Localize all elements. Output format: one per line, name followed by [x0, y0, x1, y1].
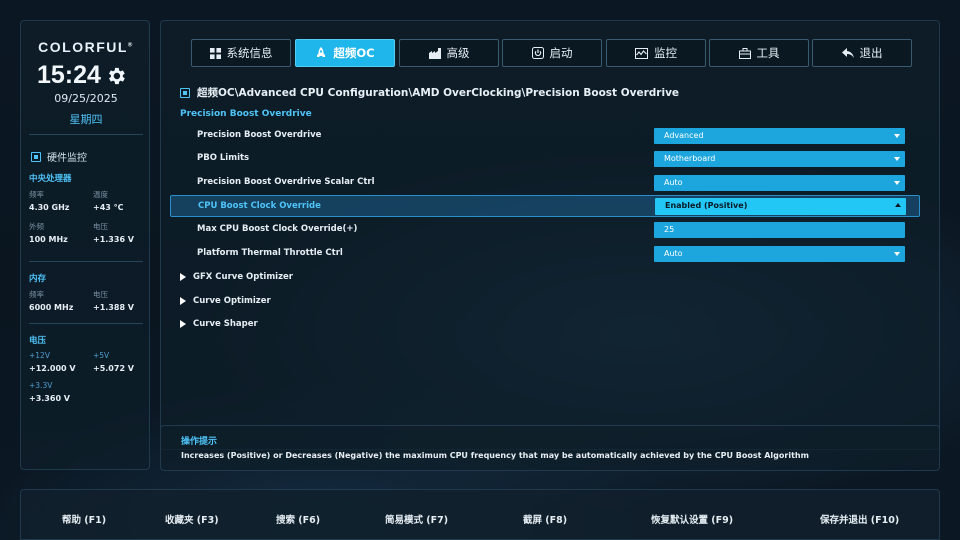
cpu-group-title: 中央处理器: [29, 174, 72, 184]
setting-label: Precision Boost Overdrive: [197, 130, 322, 140]
tab-overclock[interactable]: 超频OC: [295, 39, 395, 67]
setting-row-pbo[interactable]: Precision Boost Overdrive Advanced: [170, 125, 920, 147]
date: 09/25/2025: [54, 92, 118, 105]
tab-exit[interactable]: 退出: [812, 39, 912, 67]
v12-label: +12V: [29, 351, 50, 360]
screenshot-key[interactable]: 截屏 (F8): [523, 512, 567, 526]
setting-row-scalar-ctrl[interactable]: Precision Boost Overdrive Scalar Ctrl Au…: [170, 172, 920, 194]
chevron-right-icon: [180, 297, 186, 305]
memory-group-title: 内存: [29, 274, 47, 284]
submenu-curve-optimizer[interactable]: Curve Optimizer: [180, 296, 271, 306]
power-icon: [531, 47, 544, 59]
hardware-monitor-title: 硬件监控: [31, 149, 87, 164]
breadcrumb: 超频OC\Advanced CPU Configuration\AMD Over…: [180, 85, 679, 100]
scalar-ctrl-select[interactable]: Auto: [654, 175, 905, 191]
load-defaults-key[interactable]: 恢复默认设置 (F9): [651, 512, 733, 526]
monitor-box-icon: [31, 151, 41, 162]
cpu-bclk-value: 100 MHz: [29, 235, 68, 244]
tab-boot[interactable]: 启动: [502, 39, 602, 67]
cpu-volt-value: +1.336 V: [93, 235, 134, 244]
v33-value: +3.360 V: [29, 394, 70, 403]
breadcrumb-icon: [180, 87, 190, 98]
voltage-group-title: 电压: [29, 336, 47, 346]
v5-label: +5V: [93, 351, 110, 360]
divider: [29, 323, 143, 324]
divider: [29, 134, 143, 135]
help-title: 操作提示: [181, 437, 218, 447]
help-text: Increases (Positive) or Decreases (Negat…: [181, 451, 809, 460]
pbo-select[interactable]: Advanced: [654, 128, 905, 144]
cpu-volt-label: 电压: [93, 222, 108, 231]
cpu-temp-value: +43 °C: [93, 203, 124, 212]
mem-volt-value: +1.388 V: [93, 303, 134, 312]
clock: 15:24: [37, 61, 127, 90]
divider: [29, 261, 143, 262]
grid-icon: [209, 47, 221, 59]
max-boost-override-input[interactable]: 25: [654, 222, 905, 238]
setting-label: Platform Thermal Throttle Ctrl: [197, 248, 343, 258]
v33-label: +3.3V: [29, 381, 53, 390]
help-box: 操作提示 Increases (Positive) or Decreases (…: [160, 425, 940, 471]
toolbox-icon: [738, 47, 751, 59]
chevron-right-icon: [180, 273, 186, 281]
submenu-gfx-curve-optimizer[interactable]: GFX Curve Optimizer: [180, 272, 293, 282]
cpu-freq-value: 4.30 GHz: [29, 203, 70, 212]
v5-value: +5.072 V: [93, 364, 134, 373]
mem-freq-value: 6000 MHz: [29, 303, 74, 312]
help-key[interactable]: 帮助 (F1): [62, 512, 106, 526]
pbo-limits-select[interactable]: Motherboard: [654, 151, 905, 167]
setting-row-pbo-limits[interactable]: PBO Limits Motherboard: [170, 148, 920, 170]
search-key[interactable]: 搜索 (F6): [276, 512, 320, 526]
section-title: Precision Boost Overdrive: [180, 109, 312, 119]
chevron-down-icon: [894, 134, 900, 138]
tab-tools[interactable]: 工具: [709, 39, 809, 67]
rocket-icon: [317, 47, 326, 57]
chevron-right-icon: [180, 320, 186, 328]
tab-system-info[interactable]: 系统信息: [191, 39, 291, 67]
cpu-freq-label: 频率: [29, 190, 44, 199]
clock-time: 15:24: [37, 61, 101, 89]
tab-advanced[interactable]: 高级: [399, 39, 499, 67]
v12-value: +12.000 V: [29, 364, 76, 373]
submenu-curve-shaper[interactable]: Curve Shaper: [180, 319, 258, 329]
chevron-down-icon: [894, 181, 900, 185]
setting-label: PBO Limits: [197, 153, 250, 163]
boost-clock-override-select[interactable]: Enabled (Positive): [655, 198, 906, 215]
mem-volt-label: 电压: [93, 290, 108, 299]
easy-mode-key[interactable]: 简易模式 (F7): [385, 512, 448, 526]
setting-label: Max CPU Boost Clock Override(+): [197, 224, 358, 234]
setting-label: CPU Boost Clock Override: [198, 201, 321, 211]
cpu-bclk-label: 外频: [29, 222, 44, 231]
cpu-temp-label: 温度: [93, 190, 108, 199]
chevron-down-icon: [894, 157, 900, 161]
setting-row-max-boost-override[interactable]: Max CPU Boost Clock Override(+) 25: [170, 219, 920, 241]
setting-label: Precision Boost Overdrive Scalar Ctrl: [197, 177, 375, 187]
chevron-up-icon: [895, 203, 901, 207]
favorites-key[interactable]: 收藏夹 (F3): [165, 512, 219, 526]
gear-icon[interactable]: [105, 65, 127, 87]
thermal-throttle-select[interactable]: Auto: [654, 246, 905, 262]
hardware-sidebar: COLORFUL® 15:24 09/25/2025 星期四 硬件监控 中央处理…: [20, 20, 150, 470]
chevron-down-icon: [894, 252, 900, 256]
setting-row-thermal-throttle[interactable]: Platform Thermal Throttle Ctrl Auto: [170, 243, 920, 265]
monitor-icon: [635, 47, 648, 59]
brand-logo: COLORFUL®: [38, 39, 134, 55]
mem-freq-label: 频率: [29, 290, 44, 299]
back-arrow-icon: [841, 47, 854, 58]
chip-icon: [428, 47, 441, 59]
setting-row-boost-clock-override[interactable]: CPU Boost Clock Override Enabled (Positi…: [170, 195, 920, 217]
save-exit-key[interactable]: 保存并退出 (F10): [820, 512, 899, 526]
tab-monitor[interactable]: 监控: [606, 39, 706, 67]
weekday: 星期四: [69, 113, 103, 126]
footer-bar: 帮助 (F1) 收藏夹 (F3) 搜索 (F6) 简易模式 (F7) 截屏 (F…: [20, 489, 940, 540]
